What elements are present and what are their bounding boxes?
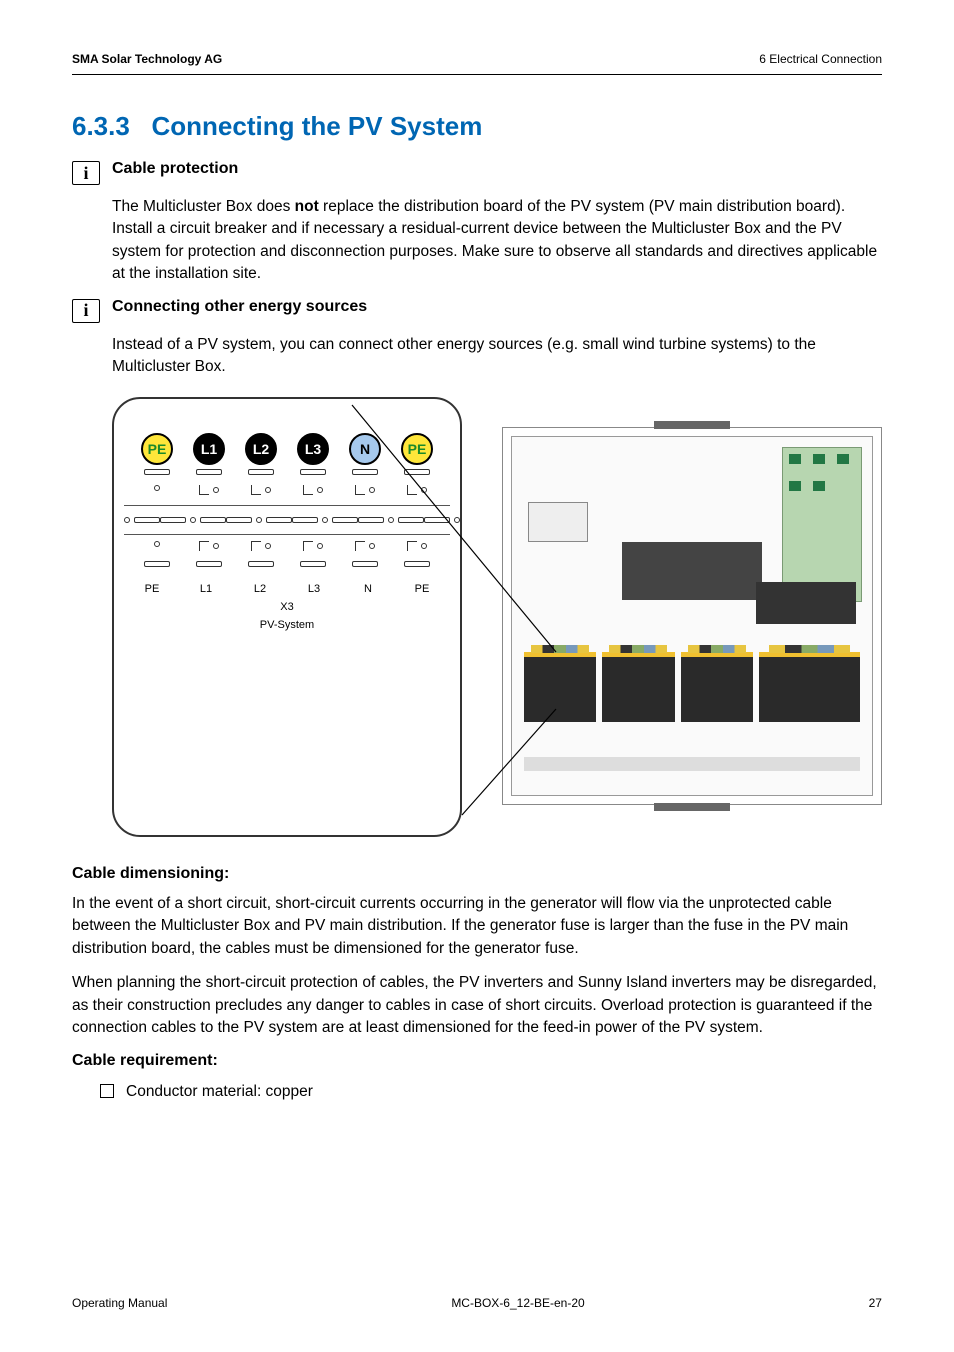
info-body: Instead of a PV system, you can connect … (112, 334, 882, 379)
list-item: Conductor material: copper (100, 1080, 882, 1103)
section-heading: 6.3.3 Connecting the PV System (72, 111, 882, 142)
terminal-l2: L2 (245, 433, 277, 465)
section-title-text: Connecting the PV System (152, 111, 483, 141)
info-icon: i (72, 299, 100, 323)
info-box-cable-protection: i Cable protection (72, 160, 882, 186)
section-number: 6.3.3 (72, 111, 130, 141)
footer-left: Operating Manual (72, 1296, 167, 1310)
requirement-list: Conductor material: copper (100, 1080, 882, 1103)
header-divider (72, 74, 882, 75)
terminal-pe: PE (141, 433, 173, 465)
terminal-l1: L1 (193, 433, 225, 465)
dimensioning-p2: When planning the short-circuit protecti… (72, 972, 882, 1039)
requirement-heading: Cable requirement: (72, 1052, 882, 1070)
dimensioning-heading: Cable dimensioning: (72, 865, 882, 883)
page-header: SMA Solar Technology AG 6 Electrical Con… (72, 52, 882, 66)
header-chapter: 6 Electrical Connection (759, 52, 882, 66)
pcb-icon (782, 447, 862, 602)
header-company: SMA Solar Technology AG (72, 52, 222, 66)
dimensioning-p1: In the event of a short circuit, short-c… (72, 893, 882, 960)
info-icon: i (72, 161, 100, 185)
info-title: Connecting other energy sources (112, 298, 882, 316)
page-footer: Operating Manual MC-BOX-6_12-BE-en-20 27 (72, 1296, 882, 1310)
footer-center: MC-BOX-6_12-BE-en-20 (451, 1296, 584, 1310)
info-box-other-sources: i Connecting other energy sources (72, 298, 882, 324)
info-title: Cable protection (112, 160, 882, 178)
info-body: The Multicluster Box does not replace th… (112, 196, 882, 286)
connection-diagram: PE L1 L2 L3 N PE (112, 397, 882, 837)
footer-right: 27 (869, 1296, 882, 1310)
